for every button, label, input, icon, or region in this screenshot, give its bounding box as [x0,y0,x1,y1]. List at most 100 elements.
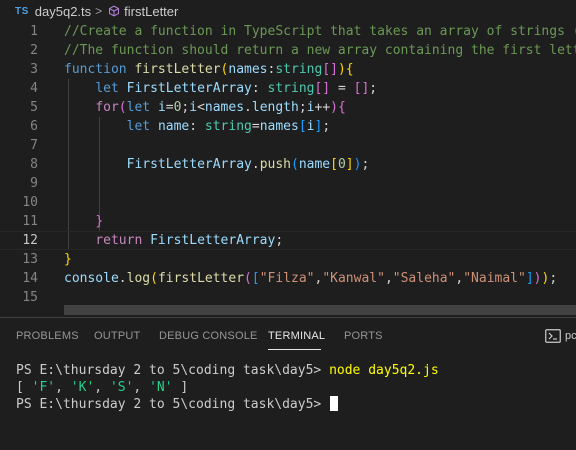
code-line[interactable]: 13} [0,250,576,269]
output-separator: , [94,380,110,395]
code-token: name [298,157,331,172]
code-token: console [64,271,119,286]
code-token: //The function should return a new array… [64,43,576,58]
terminal-cursor [330,396,339,411]
code-token: let [95,81,119,96]
terminal-line: PS E:\thursday 2 to 5\coding task\day5> … [16,362,439,379]
code-token: [] [314,81,331,96]
bottom-panel: PROBLEMS OUTPUT DEBUG CONSOLE TERMINAL P… [0,317,576,450]
code-text: let FirstLetterArray: string[] = []; [64,79,377,98]
code-editor[interactable]: 1 //Create a function in TypeScript that … [0,22,576,307]
code-line[interactable]: 5 for(let i=0;i<names.length;i++){ [0,98,576,117]
code-token: i [306,119,315,134]
code-token: < [197,100,205,115]
code-line[interactable]: 12 return FirstLetterArray; [0,231,576,250]
output-item: 'K' [70,380,95,395]
code-token: } [64,252,72,267]
terminal-line[interactable]: PS E:\thursday 2 to 5\coding task\day5> [16,396,339,413]
line-number: 3 [30,62,38,77]
output-item: 'S' [109,380,134,395]
code-token: names [228,62,268,77]
code-line[interactable]: 2 //The function should return a new arra… [0,41,576,60]
code-token: ++ [314,100,331,115]
line-number: 14 [22,271,38,286]
code-token: string [267,81,315,96]
output-bracket: ] [172,380,189,395]
code-token: [ [330,157,338,172]
code-token: log [126,271,151,286]
code-token: names [259,119,299,134]
terminal-instance-label[interactable]: pc [565,330,576,342]
code-token: names [204,100,245,115]
line-number: 6 [30,119,38,134]
tab-ports[interactable]: PORTS [344,330,383,342]
output-item: 'N' [149,380,173,395]
code-token: ( [118,100,127,115]
breadcrumb-separator: > [95,4,103,18]
code-token: [ [251,271,260,286]
breadcrumb: TS day5q2.ts > firstLetter [0,0,576,22]
code-token: ] [525,271,534,286]
code-token: let [126,100,151,115]
line-number: 7 [30,138,38,153]
code-line[interactable]: 4 let FirstLetterArray: string[] = []; [0,79,576,98]
code-text: } [64,250,72,269]
typescript-file-icon: TS [15,5,29,17]
code-token: //Create a function in TypeScript that t… [64,24,576,39]
tab-problems[interactable]: PROBLEMS [16,330,79,342]
output-item: 'F' [31,380,56,395]
terminal-powershell-icon[interactable] [545,329,561,343]
code-text: } [64,212,103,231]
code-line[interactable]: 3 function firstLetter(names:string[]){ [0,60,576,79]
code-token: { [337,100,346,115]
breadcrumb-symbol[interactable]: firstLetter [124,4,178,19]
code-token: ( [244,271,252,286]
code-line[interactable]: 6 let name: string=names[i]; [0,117,576,136]
code-text: console.log(firstLetter(["Filza","Kanwal… [64,269,557,288]
tab-terminal[interactable]: TERMINAL [268,330,325,342]
breadcrumb-file[interactable]: day5q2.ts [35,4,91,19]
tab-debug-console[interactable]: DEBUG CONSOLE [159,330,258,342]
code-line[interactable]: 8 FirstLetterArray.push(name[0]); [0,155,576,174]
panel-tabs: PROBLEMS OUTPUT DEBUG CONSOLE TERMINAL P… [0,318,576,352]
horizontal-scrollbar[interactable] [64,305,576,315]
code-token: ; [275,233,284,248]
line-number: 15 [22,290,38,305]
code-text: for(let i=0;i<names.length;i++){ [64,98,346,117]
code-token: "Filza" [259,271,315,286]
code-token: . [118,271,127,286]
output-separator: , [55,380,71,395]
code-line[interactable]: 10 [0,193,576,212]
code-token: , [384,271,393,286]
line-number: 11 [22,214,38,229]
code-text: return FirstLetterArray; [64,231,283,250]
code-token: firstLetter [134,62,221,77]
code-token: = [330,81,354,96]
code-text: function firstLetter(names:string[]){ [64,60,354,79]
code-text: //Create a function in TypeScript that t… [64,22,576,41]
code-token: ; [361,157,370,172]
code-token: ) [330,100,338,115]
code-token: ] [345,157,354,172]
code-text: let name: string=names[i]; [64,117,331,136]
code-token: for [95,100,119,115]
code-line[interactable]: 1 //Create a function in TypeScript that … [0,22,576,41]
code-line[interactable]: 9 [0,174,576,193]
code-token: FirstLetterArray [150,233,276,248]
code-token: "Naimal" [463,271,526,286]
line-number: 10 [22,195,38,210]
code-line[interactable]: 14 console.log(firstLetter(["Filza","Kanw… [0,269,576,288]
code-token: name [157,119,190,134]
code-line[interactable]: 7 [0,136,576,155]
terminal-prompt: PS E:\thursday 2 to 5\coding task\day5> [16,397,330,412]
code-token: = [165,100,174,115]
tab-output[interactable]: OUTPUT [94,330,140,342]
code-line[interactable]: 11 } [0,212,576,231]
line-number: 5 [30,100,38,115]
symbol-method-icon [109,5,120,17]
